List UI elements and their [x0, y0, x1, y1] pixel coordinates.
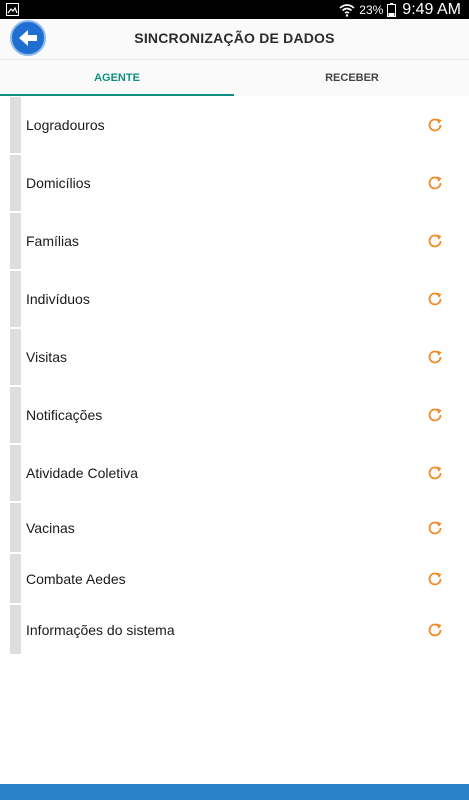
sync-icon[interactable] — [427, 233, 443, 249]
sync-icon[interactable] — [427, 520, 443, 536]
battery-icon — [387, 2, 397, 17]
sync-item-domicilios[interactable]: Domicílios — [0, 154, 469, 212]
sync-icon[interactable] — [427, 291, 443, 307]
item-label: Famílias — [26, 233, 79, 249]
item-label: Visitas — [26, 349, 67, 365]
item-bar — [10, 213, 21, 269]
sync-item-atividade-coletiva[interactable]: Atividade Coletiva — [0, 444, 469, 502]
sync-item-individuos[interactable]: Indivíduos — [0, 270, 469, 328]
sync-item-familias[interactable]: Famílias — [0, 212, 469, 270]
item-label: Informações do sistema — [26, 621, 175, 638]
item-bar — [10, 271, 21, 327]
sync-icon[interactable] — [427, 175, 443, 191]
item-label: Logradouros — [26, 117, 105, 133]
clock: 9:49 AM — [402, 0, 461, 18]
item-bar — [10, 605, 21, 654]
image-notification-icon — [6, 3, 19, 16]
wifi-icon — [339, 3, 355, 17]
sync-item-logradouros[interactable]: Logradouros — [0, 96, 469, 154]
tab-bar: AGENTE RECEBER — [0, 59, 469, 96]
app-bar: SINCRONIZAÇÃO DE DADOS — [0, 19, 469, 59]
item-label: Combate Aedes — [26, 570, 126, 587]
sync-icon[interactable] — [427, 117, 443, 133]
item-bar — [10, 155, 21, 211]
sync-item-informacoes-sistema[interactable]: Informações do sistema — [0, 604, 469, 655]
item-label: Notificações — [26, 407, 103, 423]
item-bar — [10, 503, 21, 552]
sync-icon[interactable] — [427, 465, 443, 481]
item-bar — [10, 445, 21, 501]
battery-percent: 23% — [359, 2, 384, 17]
sync-icon[interactable] — [427, 571, 443, 587]
sync-item-vacinas[interactable]: Vacinas — [0, 502, 469, 553]
page-title: SINCRONIZAÇÃO DE DADOS — [134, 30, 335, 46]
item-bar — [10, 387, 21, 443]
item-bar — [10, 554, 21, 603]
sync-item-notificacoes[interactable]: Notificações — [0, 386, 469, 444]
item-label: Domicílios — [26, 175, 91, 191]
sync-item-visitas[interactable]: Visitas — [0, 328, 469, 386]
tab-receber[interactable]: RECEBER — [235, 60, 469, 96]
sync-icon[interactable] — [427, 349, 443, 365]
sync-icon[interactable] — [427, 407, 443, 423]
item-bar — [10, 97, 21, 153]
tab-agente[interactable]: AGENTE — [0, 60, 234, 96]
status-bar: 23% 9:49 AM — [0, 0, 469, 19]
bottom-bar — [0, 784, 469, 800]
sync-icon[interactable] — [427, 622, 443, 638]
item-label: Atividade Coletiva — [26, 465, 139, 481]
sync-item-combate-aedes[interactable]: Combate Aedes — [0, 553, 469, 604]
sync-list: Logradouros Domicílios Famílias Indivídu… — [0, 96, 469, 655]
item-label: Indivíduos — [26, 291, 90, 307]
status-right: 23% 9:49 AM — [339, 0, 461, 19]
item-label: Vacinas — [26, 519, 75, 536]
item-bar — [10, 329, 21, 385]
